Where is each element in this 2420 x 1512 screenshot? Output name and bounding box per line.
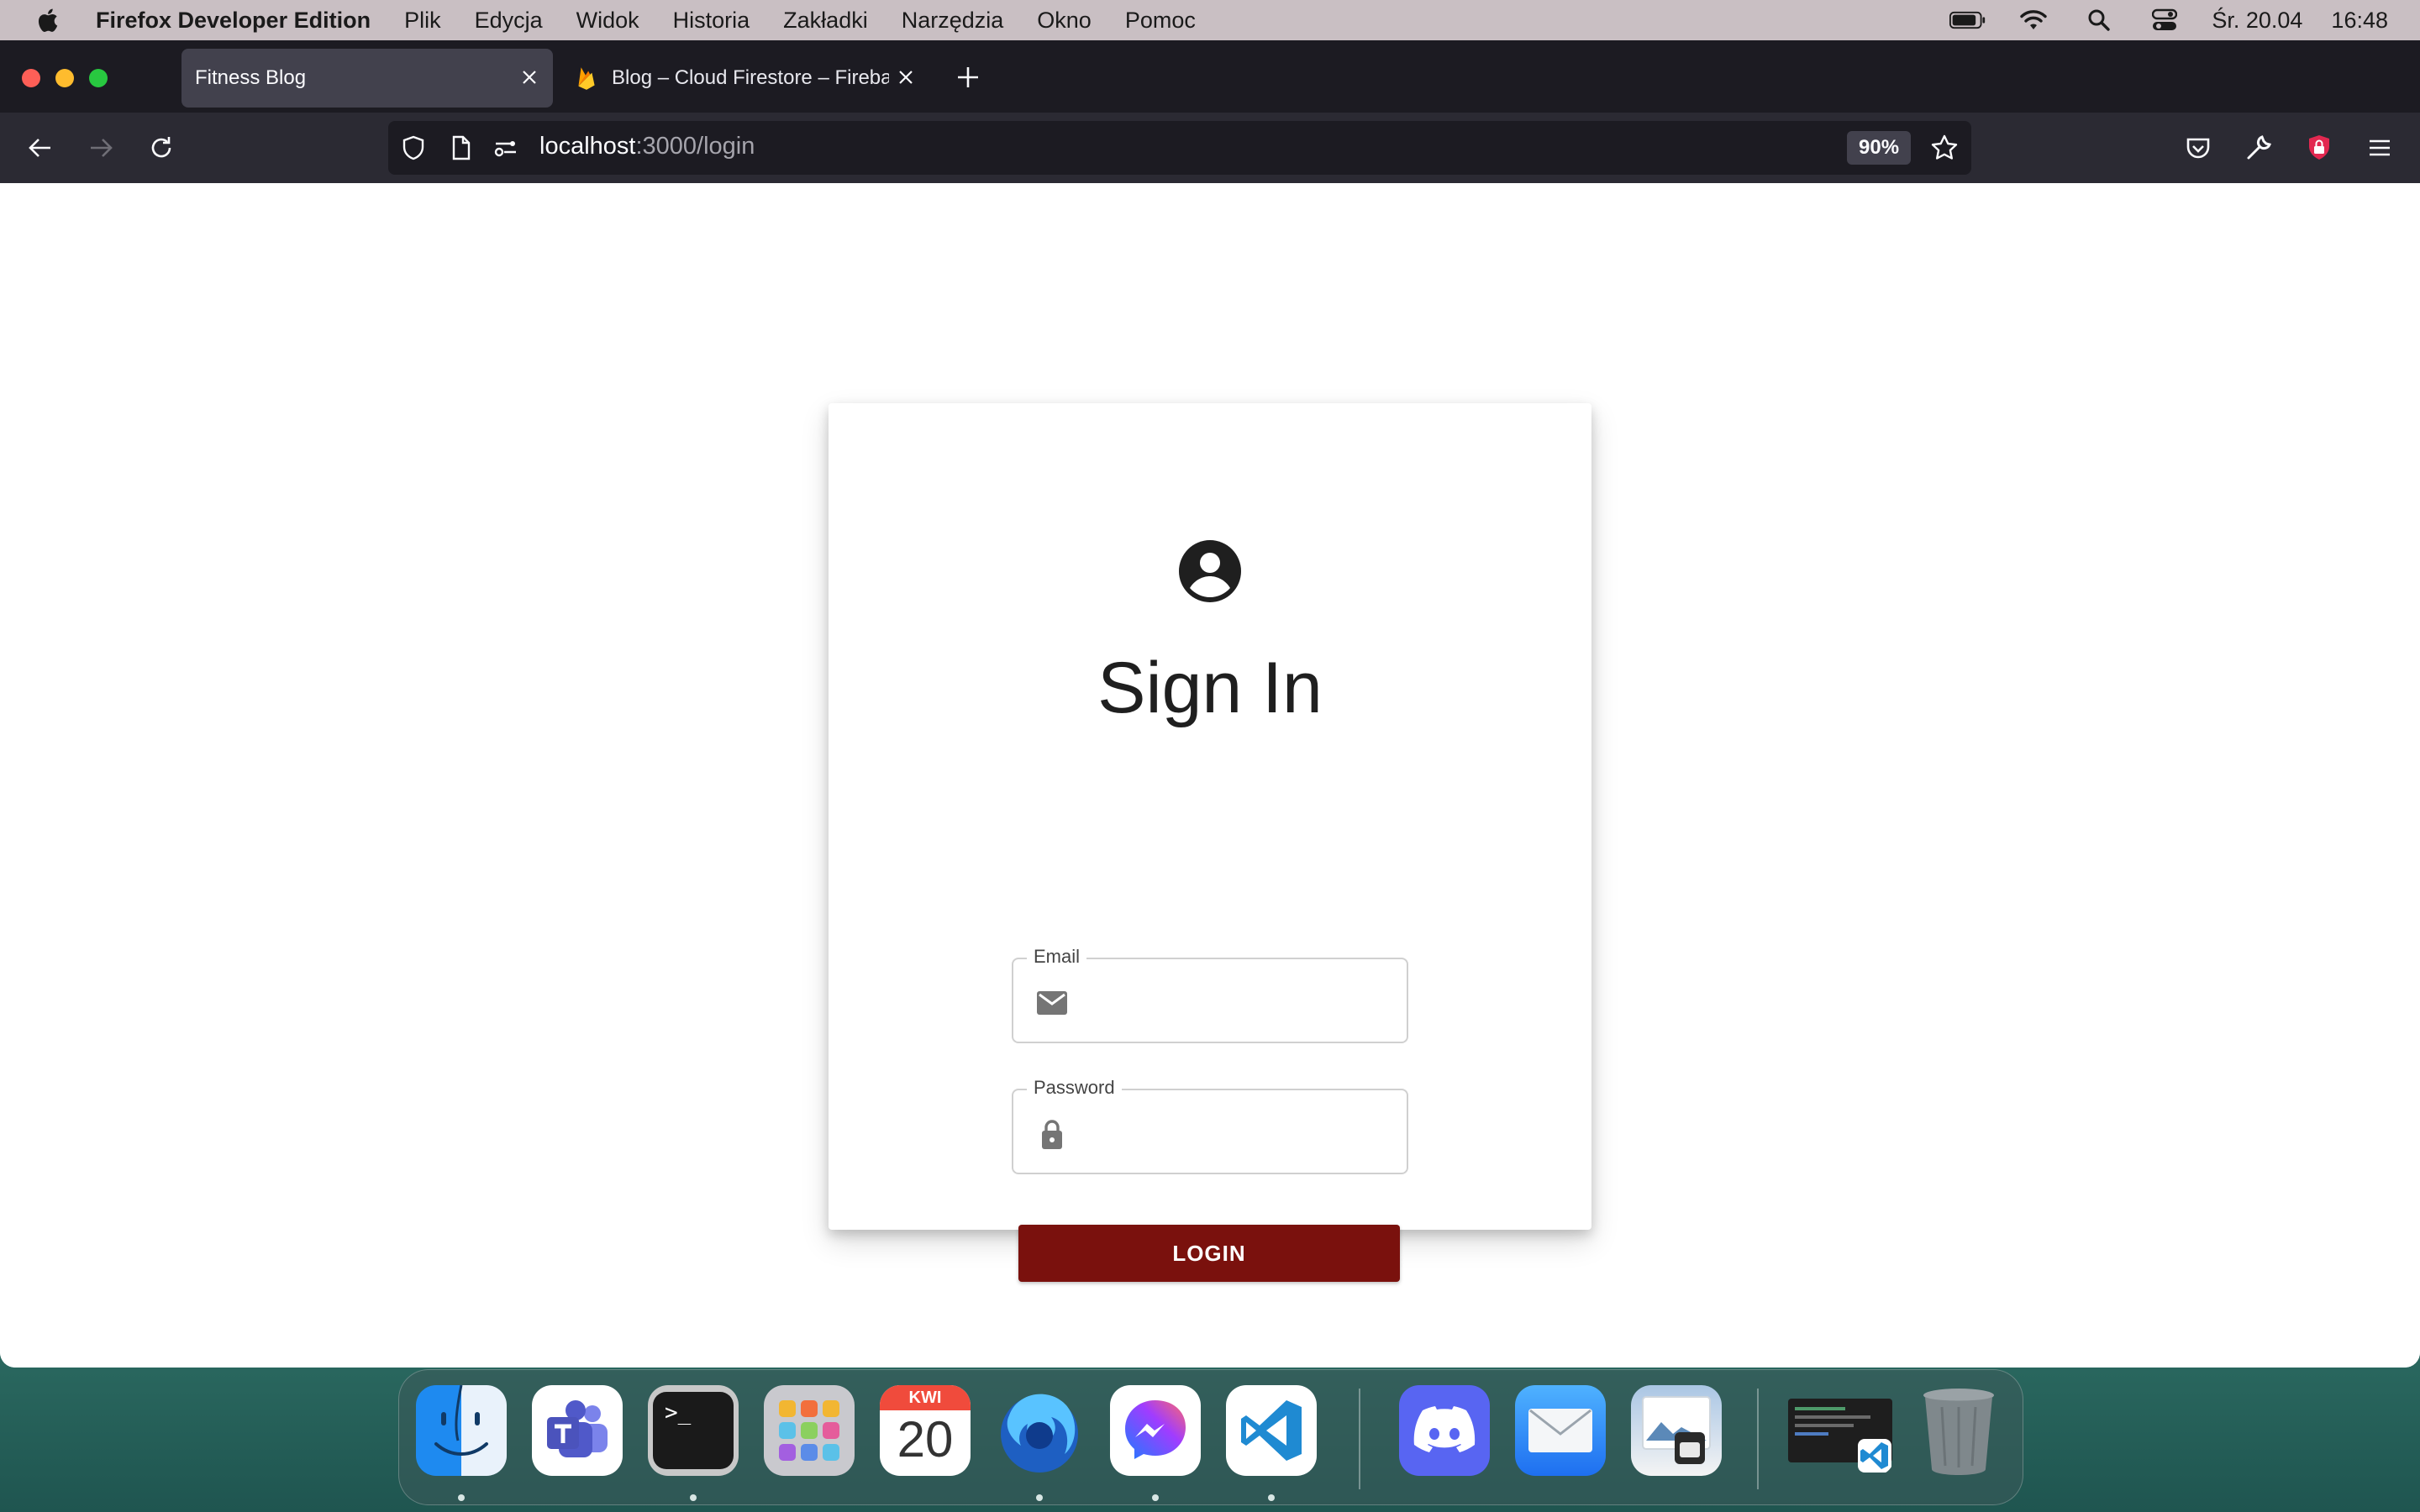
address-bar[interactable]: localhost:3000/login 90% xyxy=(388,121,1971,175)
dock-separator xyxy=(1359,1389,1360,1489)
close-tab-icon[interactable] xyxy=(896,67,916,87)
dock-discord[interactable] xyxy=(1399,1385,1490,1476)
reload-icon[interactable] xyxy=(146,133,176,163)
zoom-window-button[interactable] xyxy=(89,69,108,87)
extension-lock-icon[interactable] xyxy=(2304,133,2334,163)
launchpad-grid-icon xyxy=(779,1400,839,1461)
login-button[interactable]: LOGIN xyxy=(1018,1225,1400,1282)
menu-zakladki[interactable]: Zakładki xyxy=(783,8,868,34)
tab-bar: Fitness Blog Blog – Cloud Firestore – Fi… xyxy=(0,40,2420,113)
running-indicator xyxy=(458,1494,465,1501)
macos-dock: >_ KWI 20 xyxy=(398,1369,2023,1505)
dock-teams[interactable] xyxy=(532,1385,623,1476)
account-circle-icon xyxy=(1179,540,1241,602)
dock-trash[interactable] xyxy=(1913,1385,2004,1476)
menubar-date[interactable]: Śr. 20.04 xyxy=(2212,8,2302,34)
password-label: Password xyxy=(1027,1077,1122,1099)
menu-edycja[interactable]: Edycja xyxy=(475,8,543,34)
apple-icon[interactable] xyxy=(35,7,59,34)
running-indicator xyxy=(690,1494,697,1501)
hamburger-menu-icon[interactable] xyxy=(2365,133,2395,163)
email-label: Email xyxy=(1027,946,1087,968)
url-text[interactable]: localhost:3000/login xyxy=(539,133,755,160)
tab-title: Blog – Cloud Firestore – Firebase xyxy=(612,66,889,89)
dock-finder[interactable] xyxy=(416,1385,507,1476)
macos-menu-bar: Firefox Developer Edition Plik Edycja Wi… xyxy=(0,0,2420,40)
dock-vscode-window[interactable] xyxy=(1786,1385,1895,1476)
running-indicator xyxy=(1268,1494,1275,1501)
pocket-icon[interactable] xyxy=(2183,133,2213,163)
preview-icon xyxy=(1642,1396,1711,1464)
navigation-toolbar: localhost:3000/login 90% xyxy=(0,113,2420,183)
tab-title: Fitness Blog xyxy=(195,66,307,89)
calendar-day: 20 xyxy=(897,1411,954,1467)
vscode-icon xyxy=(1241,1400,1302,1461)
menu-widok[interactable]: Widok xyxy=(576,8,639,34)
mail-envelope-icon xyxy=(1528,1409,1592,1452)
page-title: Sign In xyxy=(1097,648,1323,728)
menu-app-name[interactable]: Firefox Developer Edition xyxy=(96,8,371,34)
terminal-icon: >_ xyxy=(653,1392,734,1469)
lock-icon xyxy=(1042,1120,1062,1149)
tab-firestore[interactable]: Blog – Cloud Firestore – Firebase xyxy=(568,49,921,108)
battery-icon[interactable] xyxy=(1949,8,1986,32)
tracking-shield-icon[interactable] xyxy=(400,134,427,161)
dock-messenger[interactable] xyxy=(1110,1385,1201,1476)
page-content: Sign In Email Password LOGIN xyxy=(0,183,2420,1368)
login-card: Sign In Email Password LOGIN xyxy=(829,403,1591,1282)
wifi-icon[interactable] xyxy=(2015,8,2052,32)
dock-firefox-developer-edition[interactable] xyxy=(994,1385,1085,1476)
dock-mail[interactable] xyxy=(1515,1385,1606,1476)
menu-narzedzia[interactable]: Narzędzia xyxy=(902,8,1004,34)
vscode-badge-icon xyxy=(1858,1439,1891,1473)
discord-icon xyxy=(1413,1406,1476,1452)
page-info-icon[interactable] xyxy=(447,134,474,161)
menu-okno[interactable]: Okno xyxy=(1037,8,1092,34)
close-tab-icon[interactable] xyxy=(519,67,539,87)
firebase-icon xyxy=(578,67,595,90)
password-field[interactable]: Password xyxy=(1012,1077,1408,1174)
mail-icon xyxy=(1037,991,1067,1015)
running-indicator xyxy=(1152,1494,1159,1501)
close-window-button[interactable] xyxy=(22,69,40,87)
email-field[interactable]: Email xyxy=(1012,946,1408,1043)
firefox-developer-icon xyxy=(1001,1394,1078,1473)
messenger-icon xyxy=(1125,1400,1186,1459)
dock-preview[interactable] xyxy=(1631,1385,1722,1476)
menu-plik[interactable]: Plik xyxy=(404,8,441,34)
control-center-icon[interactable] xyxy=(2146,8,2183,32)
menu-historia[interactable]: Historia xyxy=(673,8,750,34)
dock-separator xyxy=(1757,1389,1759,1489)
password-input[interactable] xyxy=(1086,1099,1392,1168)
dock-vscode[interactable] xyxy=(1226,1385,1317,1476)
dock-launchpad[interactable] xyxy=(764,1385,855,1476)
back-arrow-icon[interactable] xyxy=(25,133,55,163)
developer-tools-wrench-icon[interactable] xyxy=(2244,133,2274,163)
dock-terminal[interactable]: >_ xyxy=(648,1385,739,1476)
forward-arrow-icon[interactable] xyxy=(86,133,116,163)
url-path: :3000/login xyxy=(635,133,755,160)
trash-icon xyxy=(1923,1389,1994,1475)
spotlight-search-icon[interactable] xyxy=(2081,8,2118,32)
bookmark-star-icon[interactable] xyxy=(1929,133,1960,163)
browser-window: Fitness Blog Blog – Cloud Firestore – Fi… xyxy=(0,40,2420,1368)
teams-icon xyxy=(547,1400,608,1457)
menu-pomoc[interactable]: Pomoc xyxy=(1125,8,1196,34)
url-host: localhost xyxy=(539,133,636,160)
minimize-window-button[interactable] xyxy=(55,69,74,87)
zoom-level-badge[interactable]: 90% xyxy=(1847,131,1912,165)
terminal-prompt-glyph: >_ xyxy=(665,1400,692,1425)
calendar-month: KWI xyxy=(880,1385,971,1410)
permissions-icon[interactable] xyxy=(492,134,519,161)
menubar-time[interactable]: 16:48 xyxy=(2331,8,2388,34)
new-tab-plus-icon[interactable] xyxy=(955,64,981,91)
tab-fitness-blog[interactable]: Fitness Blog xyxy=(182,49,553,108)
finder-face-icon xyxy=(434,1385,488,1456)
dock-calendar[interactable]: KWI 20 xyxy=(880,1385,971,1476)
email-input[interactable] xyxy=(1086,968,1392,1037)
running-indicator xyxy=(1036,1494,1043,1501)
